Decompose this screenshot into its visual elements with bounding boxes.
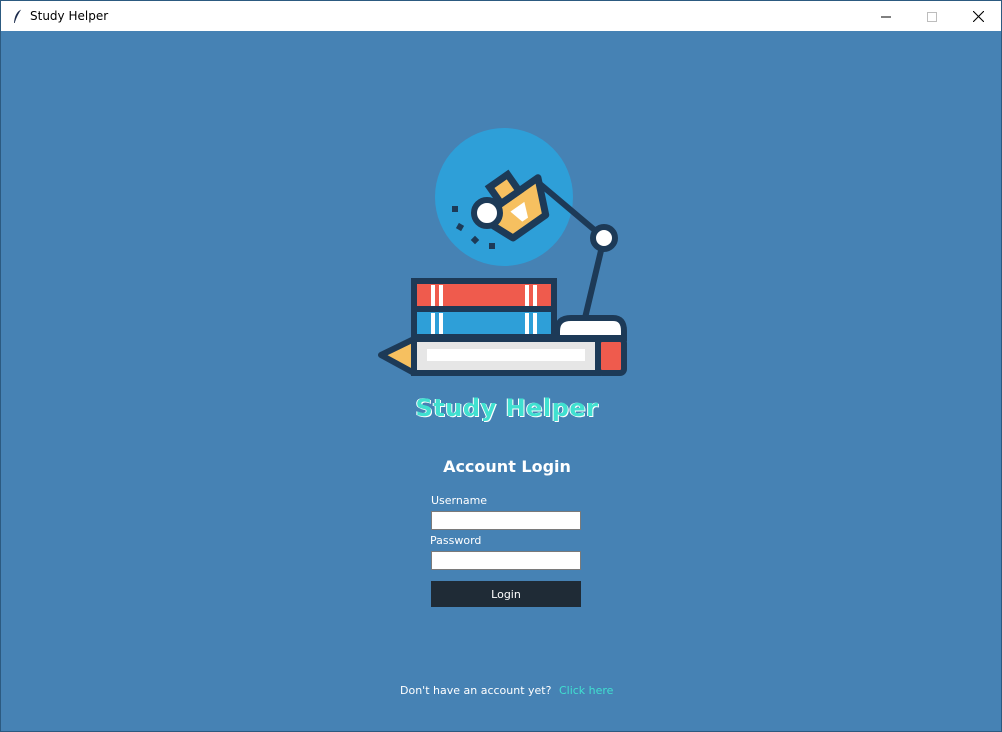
close-button[interactable]: [955, 1, 1001, 31]
app-name: Study Helper: [415, 394, 599, 422]
username-label: Username: [431, 494, 488, 507]
signup-link[interactable]: Click here: [559, 684, 614, 697]
close-icon: [972, 7, 984, 26]
minimize-button[interactable]: [863, 1, 909, 31]
app-window: Study Helper Study Helper Account Login …: [0, 0, 1002, 732]
desk-lamp-books-pencil-illustration: [378, 128, 627, 376]
feather-icon: [10, 8, 26, 24]
minimize-icon: [881, 7, 891, 26]
signup-prompt-text: Don't have an account yet?: [400, 684, 552, 697]
maximize-button[interactable]: [909, 1, 955, 31]
login-heading: Account Login: [443, 457, 571, 476]
window-title: Study Helper: [30, 9, 109, 23]
window-controls: [863, 1, 1001, 31]
title-bar[interactable]: Study Helper: [1, 1, 1001, 31]
username-input[interactable]: [431, 511, 581, 530]
login-screen: Study Helper Account Login Username Pass…: [1, 31, 1001, 731]
signup-prompt: Don't have an account yet? Click here: [400, 684, 613, 697]
login-button[interactable]: Login: [431, 581, 581, 607]
password-label: Password: [430, 534, 482, 547]
password-input[interactable]: [431, 551, 581, 570]
maximize-icon: [927, 7, 937, 26]
